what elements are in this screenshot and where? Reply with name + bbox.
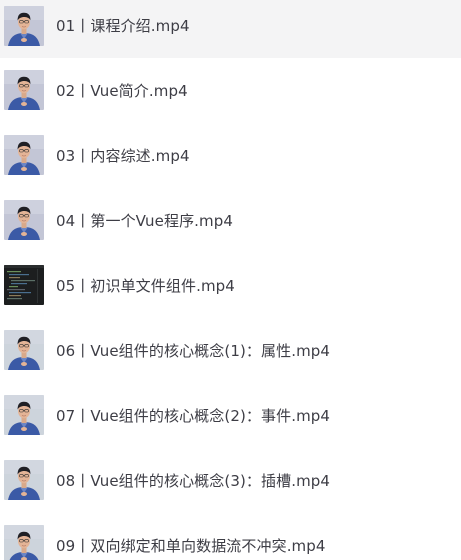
presenter-thumbnail[interactable] — [4, 6, 44, 46]
video-title[interactable]: 06丨Vue组件的核心概念(1)：属性.mp4 — [56, 340, 330, 361]
video-title[interactable]: 04丨第一个Vue程序.mp4 — [56, 210, 233, 231]
video-item-06[interactable]: 06丨Vue组件的核心概念(1)：属性.mp4 — [0, 318, 461, 383]
video-title[interactable]: 08丨Vue组件的核心概念(3)：插槽.mp4 — [56, 470, 330, 491]
video-item-03[interactable]: 03丨内容综述.mp4 — [0, 123, 461, 188]
presenter-thumbnail[interactable] — [4, 135, 44, 175]
video-title[interactable]: 05丨初识单文件组件.mp4 — [56, 275, 235, 296]
video-title[interactable]: 01丨课程介绍.mp4 — [56, 15, 190, 36]
presenter-thumbnail[interactable] — [4, 330, 44, 370]
video-item-08[interactable]: 08丨Vue组件的核心概念(3)：插槽.mp4 — [0, 448, 461, 513]
code-editor-thumbnail[interactable] — [4, 265, 44, 305]
video-item-07[interactable]: 07丨Vue组件的核心概念(2)：事件.mp4 — [0, 383, 461, 448]
presenter-thumbnail[interactable] — [4, 460, 44, 500]
video-item-04[interactable]: 04丨第一个Vue程序.mp4 — [0, 188, 461, 253]
video-title[interactable]: 03丨内容综述.mp4 — [56, 145, 190, 166]
video-title[interactable]: 07丨Vue组件的核心概念(2)：事件.mp4 — [56, 405, 330, 426]
presenter-thumbnail[interactable] — [4, 70, 44, 110]
video-item-09[interactable]: 09丨双向绑定和单向数据流不冲突.mp4 — [0, 513, 461, 560]
presenter-thumbnail[interactable] — [4, 395, 44, 435]
presenter-thumbnail[interactable] — [4, 200, 44, 240]
video-list: 01丨课程介绍.mp4 02丨Vue简介.mp4 03丨内容综述.mp4 04丨… — [0, 0, 461, 560]
video-title[interactable]: 09丨双向绑定和单向数据流不冲突.mp4 — [56, 535, 326, 556]
video-item-05[interactable]: 05丨初识单文件组件.mp4 — [0, 253, 461, 318]
presenter-thumbnail[interactable] — [4, 525, 44, 560]
video-item-01[interactable]: 01丨课程介绍.mp4 — [0, 0, 461, 58]
video-item-02[interactable]: 02丨Vue简介.mp4 — [0, 58, 461, 123]
video-title[interactable]: 02丨Vue简介.mp4 — [56, 80, 188, 101]
